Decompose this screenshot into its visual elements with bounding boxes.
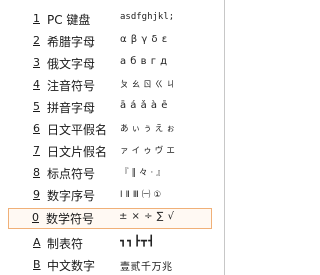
menu-item-preview: ā á ǎ à ē: [120, 100, 168, 111]
menu-item-preview: ㄆ ㄠ ㄖ ㄍ ㄐ: [120, 80, 176, 90]
menu-item-label: PC 键盘: [47, 13, 91, 27]
shortcut-key: 8: [33, 166, 40, 179]
menu-item-label: 拼音字母: [47, 101, 96, 115]
menu-item-punctuation[interactable]: 8 标点符号 『 ‖ 々 · 』: [8, 162, 212, 183]
menu-item-preview: а б в г д: [120, 56, 168, 67]
menu-item-label: 中文数字: [47, 259, 96, 273]
menu-item-preview: α β γ δ ε: [120, 34, 168, 45]
menu-item-preview: ァ イ ゥ ヴ エ: [120, 146, 176, 156]
menu-item-zhuyin[interactable]: 4 注音符号 ㄆ ㄠ ㄖ ㄍ ㄐ: [8, 74, 212, 95]
menu-item-hiragana[interactable]: 6 日文平假名 あ ぃ ぅ え ぉ: [8, 118, 212, 139]
menu-item-label: 制表符: [47, 237, 84, 251]
shortcut-key: 0: [32, 211, 39, 224]
menu-item-russian[interactable]: 3 俄文字母 а б в г д: [8, 52, 212, 73]
shortcut-key: 3: [33, 56, 40, 69]
menu-item-preview: 壹贰千万兆: [120, 262, 173, 273]
menu-item-pinyin[interactable]: 5 拼音字母 ā á ǎ à ē: [8, 96, 212, 117]
shortcut-key: 7: [33, 144, 40, 157]
soft-keyboard-menu: 1 PC 键盘 asdfghjkl; 2 希腊字母 α β γ δ ε 3 俄文…: [0, 0, 225, 275]
shortcut-key: 1: [33, 12, 40, 25]
menu-item-label: 数字序号: [47, 189, 96, 203]
shortcut-key: A: [33, 236, 41, 249]
menu-item-label: 数学符号: [46, 212, 95, 226]
menu-item-label: 俄文字母: [47, 57, 96, 71]
menu-item-preview: ± × ÷ ∑ √: [119, 211, 175, 222]
menu-item-label: 标点符号: [47, 167, 96, 181]
menu-item-label: 注音符号: [47, 79, 96, 93]
shortcut-key: 9: [33, 188, 40, 201]
menu-item-preview: あ ぃ ぅ え ぉ: [120, 124, 176, 134]
shortcut-key: 6: [33, 122, 40, 135]
menu-item-katakana[interactable]: 7 日文片假名 ァ イ ゥ ヴ エ: [8, 140, 212, 161]
menu-item-greek[interactable]: 2 希腊字母 α β γ δ ε: [8, 30, 212, 51]
shortcut-key: B: [33, 258, 41, 271]
shortcut-key: 4: [33, 78, 40, 91]
menu-item-label: 希腊字母: [47, 35, 96, 49]
shortcut-key: 2: [33, 34, 40, 47]
menu-item-number-ordinals[interactable]: 9 数字序号 Ⅰ Ⅱ Ⅲ ㈠ ①: [8, 184, 212, 205]
menu-item-label: 日文片假名: [47, 145, 108, 159]
menu-item-preview: ┓┓┣┳┫: [120, 236, 156, 247]
menu-item-label: 日文平假名: [47, 123, 108, 137]
menu-item-preview: asdfghjkl;: [120, 12, 175, 22]
menu-item-preview: Ⅰ Ⅱ Ⅲ ㈠ ①: [120, 190, 162, 200]
menu-item-math-symbols[interactable]: 0 数学符号 ± × ÷ ∑ √: [8, 208, 212, 229]
menu-item-box-drawing[interactable]: A 制表符 ┓┓┣┳┫: [8, 232, 212, 253]
menu-item-pc-keyboard[interactable]: 1 PC 键盘 asdfghjkl;: [8, 8, 212, 29]
shortcut-key: 5: [33, 100, 40, 113]
menu-item-chinese-numerals[interactable]: B 中文数字 壹贰千万兆: [8, 254, 212, 275]
menu-item-preview: 『 ‖ 々 · 』: [120, 168, 166, 178]
